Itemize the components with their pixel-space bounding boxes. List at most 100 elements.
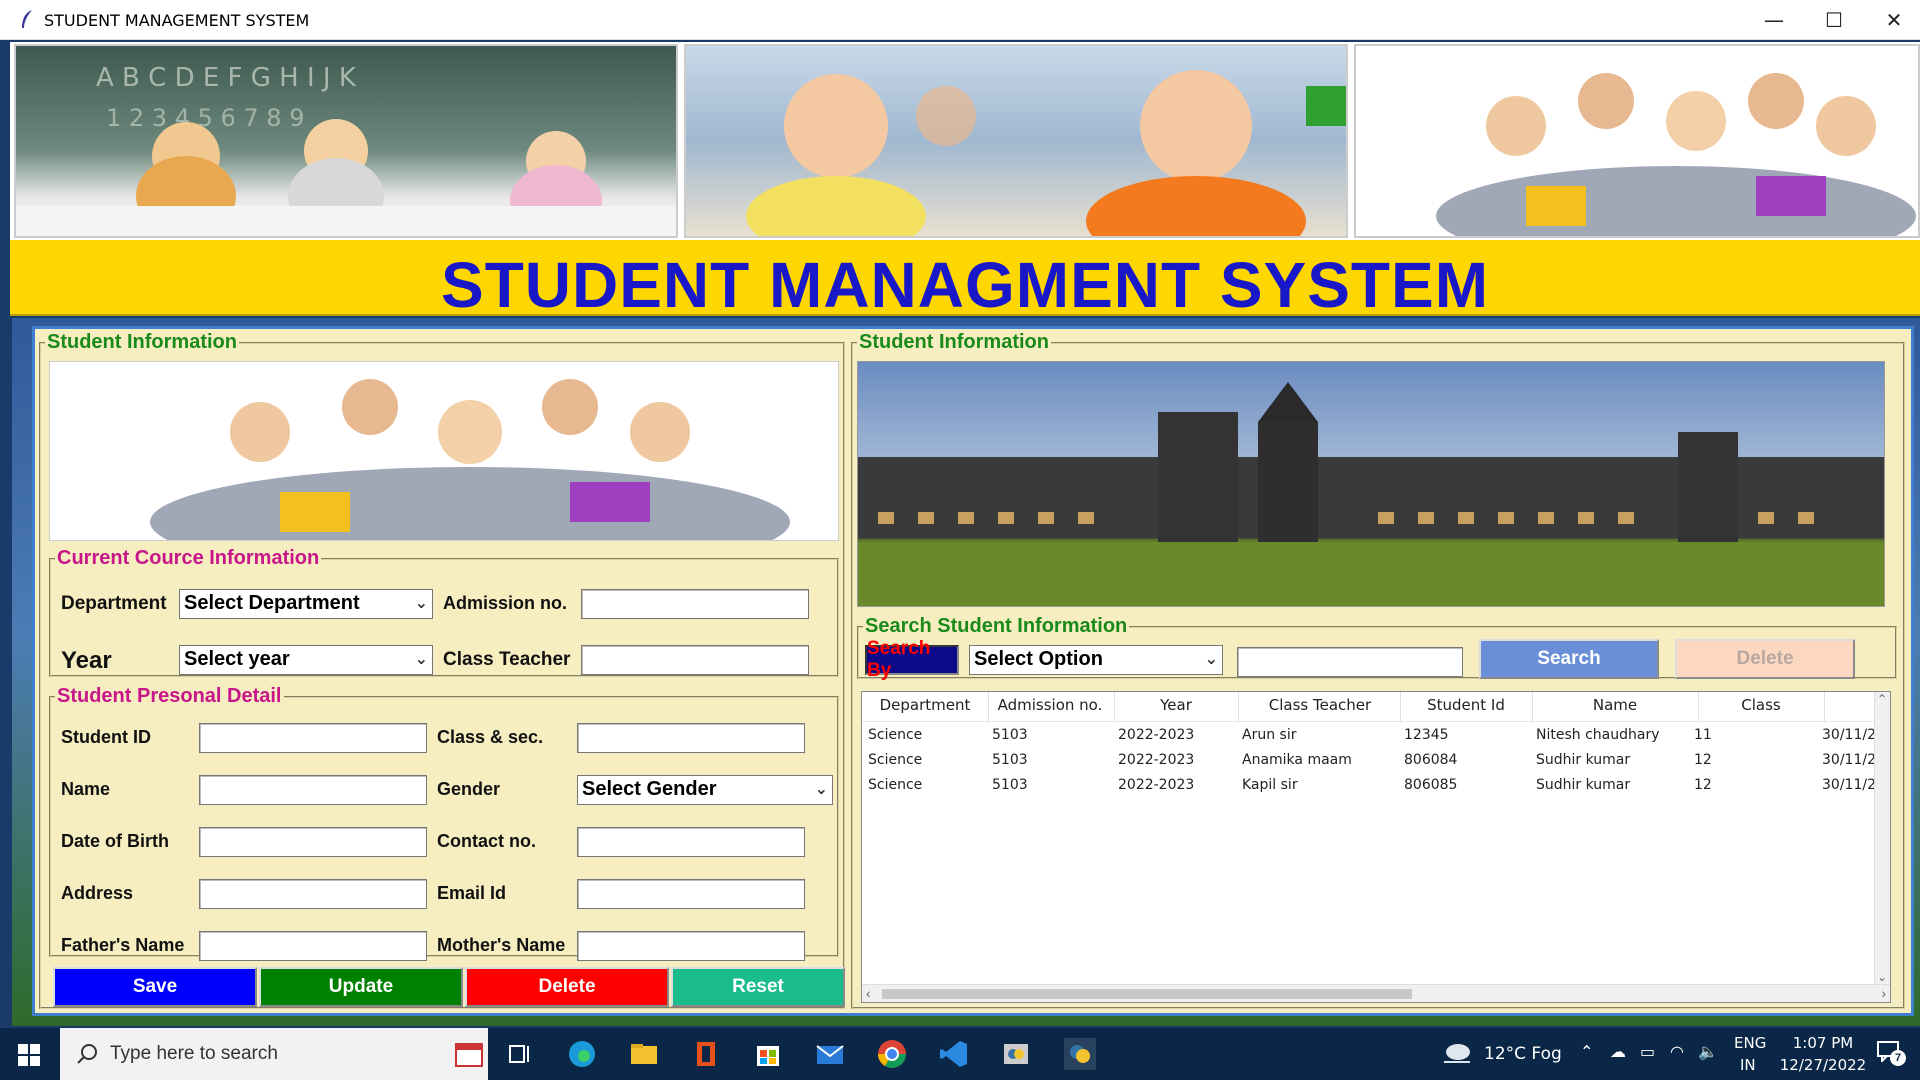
father-name-label: Father's Name	[61, 935, 185, 955]
windows-start-icon[interactable]	[18, 1044, 40, 1066]
search-input[interactable]	[1237, 647, 1463, 677]
cell-department: Science	[868, 777, 923, 793]
horizontal-scrollbar[interactable]: ‹ ›	[862, 984, 1890, 1002]
search-button[interactable]: Search	[1479, 639, 1659, 679]
taskbar-search-placeholder: Type here to search	[110, 1043, 278, 1064]
cell-name: Sudhir kumar	[1536, 752, 1631, 768]
chevron-down-icon: ⌄	[414, 649, 428, 668]
chevron-down-icon: ⌄	[414, 593, 428, 612]
taskbar-search-box[interactable]: Type here to search	[60, 1028, 488, 1080]
scroll-up-icon[interactable]: ⌃	[1877, 692, 1887, 706]
wifi-icon[interactable]: ◠	[1670, 1042, 1684, 1061]
task-view-icon[interactable]	[504, 1038, 536, 1070]
table-row[interactable]: Science 5103 2022-2023 Arun sir 12345 Ni…	[862, 724, 1876, 748]
admission-input[interactable]	[581, 589, 809, 619]
class-sec-input[interactable]	[577, 723, 805, 753]
minimize-button[interactable]: —	[1744, 0, 1804, 40]
notification-badge: 7	[1890, 1050, 1906, 1066]
address-input[interactable]	[199, 879, 427, 909]
python-idle-icon[interactable]	[1000, 1038, 1032, 1070]
email-label: Email Id	[437, 883, 507, 903]
cell-class-teacher: Arun sir	[1242, 727, 1297, 743]
classroom-kids-photo: A B C D E F G H I J K 1 2 3 4 5 6 7 8 9	[14, 44, 678, 238]
scroll-down-icon[interactable]: ⌄	[1877, 970, 1887, 984]
taskbar: Type here to search 12°C Fog ⌃ ☁ ▭ ◠ 🔈 E…	[0, 1028, 1920, 1080]
course-legend: Current Cource Information	[57, 547, 320, 569]
delete-button[interactable]: Delete	[465, 967, 669, 1007]
contact-label: Contact no.	[437, 831, 536, 851]
file-explorer-icon[interactable]	[628, 1038, 660, 1070]
mail-icon[interactable]	[814, 1038, 846, 1070]
admission-label: Admission no.	[443, 593, 568, 613]
chrome-icon[interactable]	[876, 1038, 908, 1070]
department-combo[interactable]: Select Department ⌄	[179, 589, 433, 619]
class-teacher-input[interactable]	[581, 645, 809, 675]
column-header[interactable]: Department	[870, 696, 980, 714]
search-option-combo[interactable]: Select Option ⌄	[969, 645, 1223, 675]
python-app-icon[interactable]	[1064, 1038, 1096, 1070]
column-header[interactable]: Name	[1534, 696, 1696, 714]
onedrive-icon[interactable]: ☁	[1610, 1042, 1626, 1061]
student-table[interactable]: Department Admission no. Year Class Teac…	[861, 691, 1891, 1003]
weather-text[interactable]: 12°C Fog	[1484, 1044, 1562, 1064]
column-header[interactable]: Admission no.	[990, 696, 1110, 714]
save-button[interactable]: Save	[53, 967, 257, 1007]
clock-date[interactable]: 12/27/2022	[1774, 1056, 1872, 1074]
main-area: Student Information Current Cource Infor…	[12, 318, 1920, 1026]
battery-icon[interactable]: ▭	[1640, 1042, 1655, 1061]
gender-label: Gender	[437, 779, 501, 799]
clock-time[interactable]: 1:07 PM	[1786, 1034, 1860, 1052]
tray-chevron-up-icon[interactable]: ⌃	[1580, 1042, 1593, 1061]
dob-label: Date of Birth	[61, 831, 169, 851]
column-header[interactable]: Year	[1116, 696, 1236, 714]
column-header[interactable]: Class	[1700, 696, 1822, 714]
table-row[interactable]: Science 5103 2022-2023 Anamika maam 8060…	[862, 749, 1876, 773]
reset-button[interactable]: Reset	[671, 967, 845, 1007]
cell-year: 2022-2023	[1118, 752, 1195, 768]
vscode-icon[interactable]	[938, 1038, 970, 1070]
language-top[interactable]: ENG	[1734, 1034, 1766, 1052]
email-input[interactable]	[577, 879, 805, 909]
year-combo[interactable]: Select year ⌄	[179, 645, 433, 675]
banner-title: STUDENT MANAGMENT SYSTEM	[441, 249, 1489, 321]
system-banner: STUDENT MANAGMENT SYSTEM	[10, 240, 1920, 321]
year-value: Select year	[184, 648, 290, 670]
office-icon[interactable]	[690, 1038, 722, 1070]
search-delete-button[interactable]: Delete	[1675, 639, 1855, 679]
column-header[interactable]: Student Id	[1402, 696, 1530, 714]
search-legend: Search Student Information	[865, 615, 1128, 637]
search-by-label: Search By	[865, 638, 959, 681]
mother-name-input[interactable]	[577, 931, 805, 961]
dob-input[interactable]	[199, 827, 427, 857]
table-row[interactable]: Science 5103 2022-2023 Kapil sir 806085 …	[862, 774, 1876, 798]
cell-admission: 5103	[992, 727, 1028, 743]
cell-class: 12	[1694, 777, 1712, 793]
student-id-input[interactable]	[199, 723, 427, 753]
maximize-button[interactable]: ☐	[1804, 0, 1864, 40]
father-name-input[interactable]	[199, 931, 427, 961]
volume-icon[interactable]: 🔈	[1698, 1042, 1718, 1061]
scroll-right-icon[interactable]: ›	[1881, 985, 1886, 1001]
microsoft-store-icon[interactable]	[752, 1038, 784, 1070]
vertical-scrollbar[interactable]: ⌃ ⌄	[1874, 692, 1890, 984]
scroll-left-icon[interactable]: ‹	[866, 985, 871, 1001]
campus-photo	[857, 361, 1885, 607]
column-header[interactable]: Class Teacher	[1240, 696, 1400, 714]
cell-name: Sudhir kumar	[1536, 777, 1631, 793]
contact-input[interactable]	[577, 827, 805, 857]
gender-combo[interactable]: Select Gender ⌄	[577, 775, 833, 805]
cell-student-id: 806085	[1404, 777, 1458, 793]
search-icon	[77, 1044, 97, 1064]
cell-class: 11	[1694, 727, 1712, 743]
address-label: Address	[61, 883, 134, 903]
language-bottom[interactable]: IN	[1740, 1056, 1756, 1074]
close-button[interactable]: ✕	[1864, 0, 1920, 40]
update-button[interactable]: Update	[259, 967, 463, 1007]
weather-fog-icon[interactable]	[1440, 1040, 1474, 1068]
scroll-thumb[interactable]	[882, 989, 1412, 999]
notification-center[interactable]: 7	[1876, 1040, 1906, 1068]
search-option-value: Select Option	[974, 648, 1103, 670]
edge-browser-icon[interactable]	[566, 1038, 598, 1070]
cell-department: Science	[868, 752, 923, 768]
name-input[interactable]	[199, 775, 427, 805]
